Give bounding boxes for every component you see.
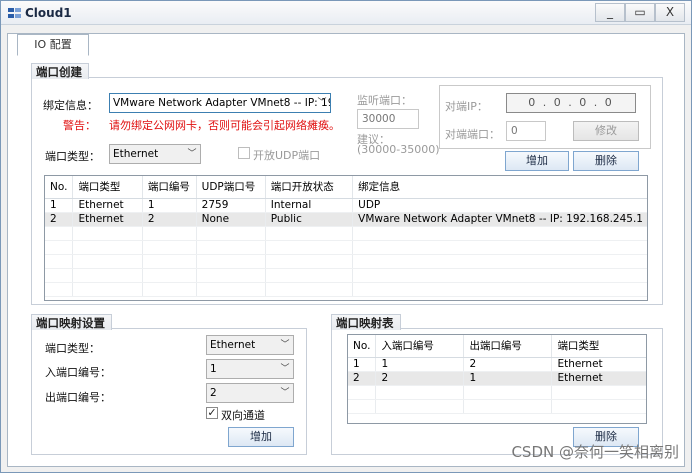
cell: 2 [348, 371, 377, 386]
delete-port-button[interactable]: 删除 [573, 151, 639, 171]
cell: VMware Network Adapter VMnet8 -- IP: 192… [352, 212, 647, 227]
cell: 2 [142, 212, 197, 227]
peer-port-label: 对端端口： [445, 128, 500, 141]
cloud1-window: Cloud1 _ ▭ X IO 配置 端口创建 绑定信息： VMware Net… [0, 0, 692, 473]
in-port-label: 入端口编号： [45, 366, 111, 379]
table-row [45, 268, 647, 283]
port-mapping-settings-title: 端口映射设置 [31, 314, 112, 330]
table-row [45, 240, 647, 255]
col-bind-info[interactable]: 绑定信息 [352, 176, 647, 199]
cell: 1 [463, 371, 553, 386]
table-row[interactable]: 2 2 1 Ethernet [348, 371, 646, 386]
cell: 1 [45, 198, 74, 213]
tab-io-config[interactable]: IO 配置 [17, 34, 89, 56]
cell: 1 [375, 357, 465, 372]
col-no[interactable]: No. [45, 176, 74, 199]
chevron-down-icon: ﹀ [280, 340, 290, 350]
col-no[interactable]: No. [348, 335, 377, 358]
cell: 2 [375, 371, 465, 386]
add-mapping-button[interactable]: 增加 [228, 427, 294, 447]
table-row[interactable]: 1 Ethernet 1 2759 Internal UDP [45, 198, 647, 213]
col-port-number[interactable]: 端口编号 [142, 176, 197, 199]
col-port-type[interactable]: 端口类型 [551, 335, 646, 358]
port-mapping-table-title: 端口映射表 [331, 314, 401, 330]
table-row [45, 226, 647, 241]
cell: Ethernet [551, 371, 646, 386]
cell: UDP [352, 198, 647, 213]
port-table: No. 端口类型 端口编号 UDP端口号 端口开放状态 绑定信息 1 Ether… [44, 175, 648, 301]
cell: 2759 [196, 198, 266, 213]
bidirectional-checkbox[interactable]: ✓ [206, 407, 218, 419]
bidirectional-label: 双向通道 [221, 409, 265, 422]
cell: 1 [348, 357, 377, 372]
listen-port-input[interactable]: 30000 [357, 109, 419, 129]
table-row [45, 254, 647, 269]
window-title: Cloud1 [25, 6, 72, 20]
minimize-button[interactable]: _ [595, 3, 625, 22]
table-row [45, 282, 647, 297]
chevron-down-icon: ﹀ [187, 149, 197, 159]
open-udp-label: 开放UDP端口 [253, 149, 321, 162]
cloud-app-icon [8, 8, 21, 18]
peer-port-input[interactable]: 0 [506, 121, 546, 141]
col-out-port[interactable]: 出端口编号 [463, 335, 553, 358]
cell: Public [265, 212, 354, 227]
cell: 1 [142, 198, 197, 213]
cell: Internal [265, 198, 354, 213]
chevron-down-icon: ﹀ [317, 98, 327, 108]
open-udp-checkbox[interactable] [238, 147, 250, 159]
bind-info-select[interactable]: VMware Network Adapter VMnet8 -- IP: 192… [109, 93, 331, 113]
bind-info-label: 绑定信息： [43, 99, 98, 112]
cell: Ethernet [72, 198, 143, 213]
chevron-down-icon: ﹀ [280, 388, 290, 398]
col-open-status[interactable]: 端口开放状态 [265, 176, 354, 199]
col-udp-port[interactable]: UDP端口号 [196, 176, 266, 199]
warning-text: 请勿绑定公网网卡，否则可能会引起网络瘫痪。 [109, 119, 340, 132]
table-row [348, 399, 646, 414]
modify-button[interactable]: 修改 [573, 121, 639, 141]
port-type-select[interactable]: Ethernet ﹀ [109, 144, 201, 164]
mapping-table-header: No. 入端口编号 出端口编号 端口类型 [348, 335, 646, 358]
maximize-button[interactable]: ▭ [625, 3, 655, 22]
cell: Ethernet [72, 212, 143, 227]
peer-ip-label: 对端IP： [445, 100, 488, 113]
suggest-range: (30000-35000) [357, 143, 440, 156]
cell: 2 [45, 212, 74, 227]
peer-ip-input[interactable]: 0 . 0 . 0 . 0 [506, 93, 636, 113]
out-port-label: 出端口编号： [45, 391, 111, 404]
title-bar[interactable]: Cloud1 _ ▭ X [1, 1, 691, 25]
out-port-select[interactable]: 2 ﹀ [206, 383, 294, 403]
mapping-port-type-select[interactable]: Ethernet ﹀ [206, 335, 294, 355]
cell: Ethernet [551, 357, 646, 372]
port-type-label: 端口类型： [45, 150, 100, 163]
port-create-group-title: 端口创建 [31, 63, 89, 79]
bind-info-value: VMware Network Adapter VMnet8 -- IP: 192… [113, 97, 330, 109]
chevron-down-icon: ﹀ [280, 364, 290, 374]
mapping-table: No. 入端口编号 出端口编号 端口类型 1 1 2 Ethernet 2 2 … [347, 334, 647, 424]
in-port-select[interactable]: 1 ﹀ [206, 359, 294, 379]
table-row[interactable]: 2 Ethernet 2 None Public VMware Network … [45, 212, 647, 227]
col-in-port[interactable]: 入端口编号 [375, 335, 465, 358]
col-port-type[interactable]: 端口类型 [72, 176, 143, 199]
mapping-port-type-label: 端口类型： [45, 342, 100, 355]
warning-label: 警告： [63, 119, 96, 132]
watermark-text: CSDN @奈何一笑相离别 [511, 443, 679, 461]
table-row[interactable]: 1 1 2 Ethernet [348, 357, 646, 372]
cell: None [196, 212, 266, 227]
add-port-button[interactable]: 增加 [505, 151, 569, 171]
table-row [348, 385, 646, 400]
port-table-header: No. 端口类型 端口编号 UDP端口号 端口开放状态 绑定信息 [45, 176, 647, 199]
close-button[interactable]: X [655, 3, 685, 22]
listen-port-label: 监听端口： [357, 94, 412, 107]
cell: 2 [463, 357, 553, 372]
